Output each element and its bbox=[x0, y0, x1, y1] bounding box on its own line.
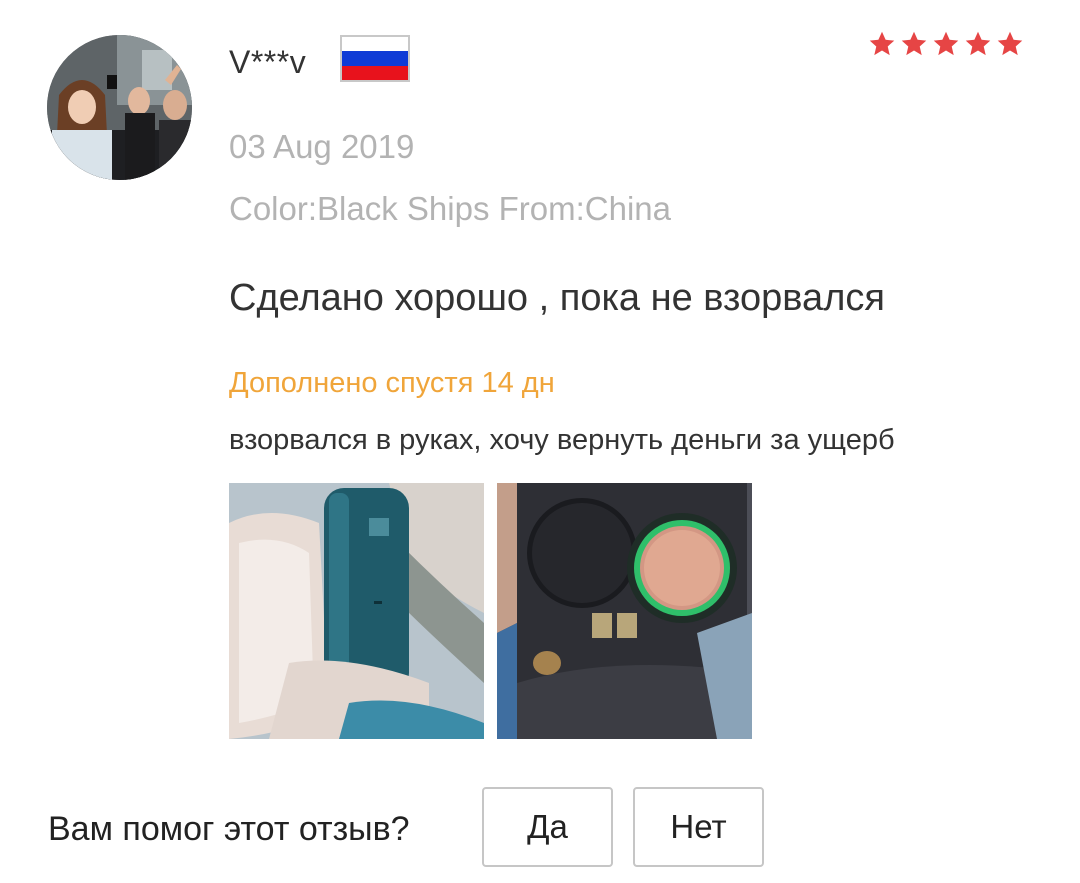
russia-flag-icon bbox=[340, 35, 410, 82]
review-photo-device-in-hand[interactable] bbox=[229, 483, 484, 739]
star-filled-icon bbox=[965, 31, 991, 56]
star-filled-icon bbox=[869, 31, 895, 56]
rating-stars bbox=[868, 30, 1024, 58]
additional-feedback-text: взорвался в руках, хочу вернуть деньги з… bbox=[229, 424, 895, 456]
star-filled-icon bbox=[901, 31, 927, 56]
product-options: Color:Black Ships From:China bbox=[229, 190, 671, 227]
additional-feedback-label: Дополнено спустя 14 дн bbox=[229, 367, 555, 399]
star-filled-icon bbox=[933, 31, 959, 56]
star-filled-icon bbox=[997, 31, 1023, 56]
avatar bbox=[47, 35, 192, 180]
review-date: 03 Aug 2019 bbox=[229, 128, 415, 165]
review-photo-burnt-device-interior[interactable] bbox=[497, 483, 752, 739]
review-author-name: V***v bbox=[229, 44, 307, 80]
review-text: Сделано хорошо , пока не взорвался bbox=[229, 277, 885, 319]
helpful-question: Вам помог этот отзыв? bbox=[48, 810, 410, 848]
helpful-yes-button[interactable]: Да bbox=[482, 787, 613, 867]
helpful-no-button[interactable]: Нет bbox=[633, 787, 764, 867]
